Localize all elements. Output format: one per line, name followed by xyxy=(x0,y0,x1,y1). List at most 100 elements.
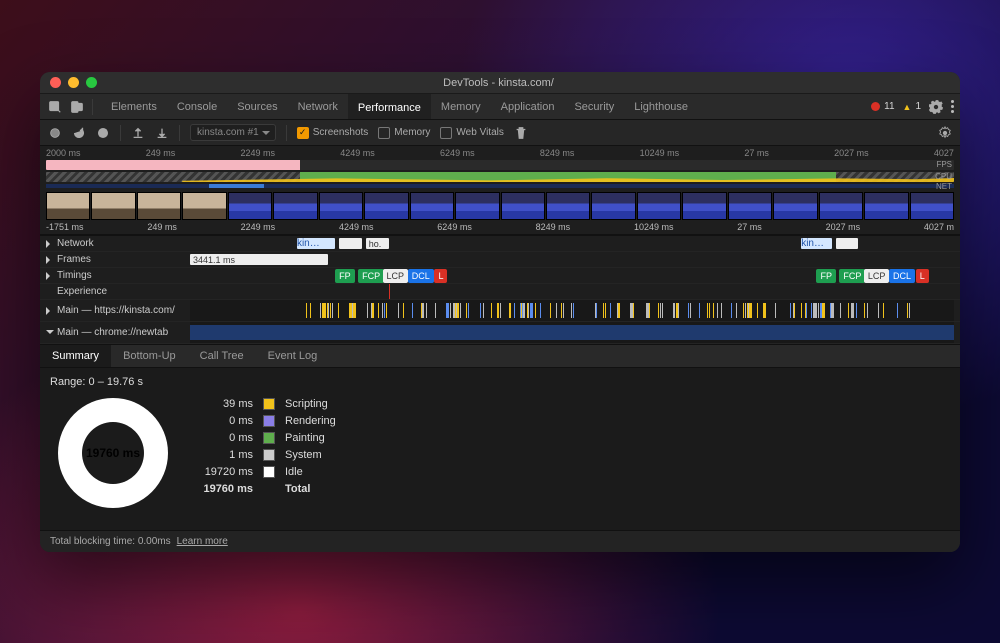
task-stripe[interactable] xyxy=(662,303,663,318)
memory-checkbox[interactable]: Memory xyxy=(378,127,430,139)
filmstrip-frame[interactable] xyxy=(46,192,90,220)
task-stripe[interactable] xyxy=(509,303,510,318)
task-stripe[interactable] xyxy=(818,303,819,318)
clear-icon[interactable] xyxy=(96,126,110,140)
task-stripe[interactable] xyxy=(721,303,722,318)
task-stripe[interactable] xyxy=(561,303,562,318)
task-stripe[interactable] xyxy=(384,303,385,318)
task-stripe[interactable] xyxy=(535,303,536,318)
task-stripe[interactable] xyxy=(306,303,307,318)
task-stripe[interactable] xyxy=(455,303,456,318)
task-stripe[interactable] xyxy=(897,303,898,318)
dcl-pill[interactable]: DCL xyxy=(889,269,915,283)
download-icon[interactable] xyxy=(155,126,169,140)
task-stripe[interactable] xyxy=(367,303,368,318)
filmstrip-frame[interactable] xyxy=(364,192,408,220)
filmstrip-frame[interactable] xyxy=(864,192,908,220)
task-stripe[interactable] xyxy=(386,303,387,318)
task-stripe[interactable] xyxy=(468,303,469,318)
task-stripe[interactable] xyxy=(320,303,321,318)
task-stripe[interactable] xyxy=(775,303,776,318)
tab-elements[interactable]: Elements xyxy=(101,94,167,119)
filmstrip-frame[interactable] xyxy=(228,192,272,220)
fcp-pill[interactable]: FCP xyxy=(358,269,384,283)
task-stripe[interactable] xyxy=(878,303,879,318)
filmstrip-frame[interactable] xyxy=(637,192,681,220)
network-block[interactable] xyxy=(339,238,362,249)
target-selector[interactable]: kinsta.com #1 xyxy=(190,124,276,141)
task-stripe[interactable] xyxy=(707,303,708,318)
task-stripe[interactable] xyxy=(500,303,501,318)
fp-pill[interactable]: FP xyxy=(335,269,355,283)
tab-application[interactable]: Application xyxy=(491,94,565,119)
filmstrip-frame[interactable] xyxy=(455,192,499,220)
tab-lighthouse[interactable]: Lighthouse xyxy=(624,94,698,119)
task-stripe[interactable] xyxy=(446,303,449,318)
task-stripe[interactable] xyxy=(790,303,791,318)
task-stripe[interactable] xyxy=(353,303,354,318)
lcp-pill[interactable]: LCP xyxy=(383,269,409,283)
task-stripe[interactable] xyxy=(909,303,910,318)
tab-performance[interactable]: Performance xyxy=(348,94,431,119)
task-stripe[interactable] xyxy=(328,303,329,318)
task-stripe[interactable] xyxy=(658,303,659,318)
task-stripe[interactable] xyxy=(605,303,606,318)
task-stripe[interactable] xyxy=(532,303,533,318)
task-stripe[interactable] xyxy=(633,303,634,318)
task-stripe[interactable] xyxy=(631,303,632,318)
task-stripe[interactable] xyxy=(649,303,650,318)
task-stripe[interactable] xyxy=(497,303,498,318)
filmstrip-frame[interactable] xyxy=(682,192,726,220)
task-stripe[interactable] xyxy=(514,303,515,318)
task-stripe[interactable] xyxy=(382,303,383,318)
record-icon[interactable] xyxy=(48,126,62,140)
task-stripe[interactable] xyxy=(610,303,611,318)
tab-memory[interactable]: Memory xyxy=(431,94,491,119)
filmstrip-frame[interactable] xyxy=(910,192,954,220)
task-stripe[interactable] xyxy=(373,303,374,318)
task-stripe[interactable] xyxy=(745,303,746,318)
task-stripe[interactable] xyxy=(450,303,451,318)
task-stripe[interactable] xyxy=(763,303,766,318)
inspect-icon[interactable] xyxy=(48,100,62,114)
task-stripe[interactable] xyxy=(325,303,326,318)
task-stripe[interactable] xyxy=(883,303,884,318)
filmstrip-frame[interactable] xyxy=(591,192,635,220)
network-block[interactable]: kin… xyxy=(297,238,335,249)
tab-sources[interactable]: Sources xyxy=(227,94,287,119)
tab-network[interactable]: Network xyxy=(288,94,348,119)
details-tab-call-tree[interactable]: Call Tree xyxy=(188,345,256,367)
network-block[interactable]: kin… xyxy=(801,238,832,249)
task-stripe[interactable] xyxy=(403,303,404,318)
task-stripe[interactable] xyxy=(460,303,461,318)
task-stripe[interactable] xyxy=(660,303,661,318)
task-stripe[interactable] xyxy=(907,303,908,318)
filmstrip-frame[interactable] xyxy=(546,192,590,220)
tab-console[interactable]: Console xyxy=(167,94,227,119)
task-stripe[interactable] xyxy=(540,303,541,318)
filmstrip-frame[interactable] xyxy=(410,192,454,220)
task-stripe[interactable] xyxy=(822,303,825,318)
filmstrip-frame[interactable] xyxy=(91,192,135,220)
lcp-pill[interactable]: LCP xyxy=(864,269,890,283)
errors-badge[interactable]: 11 xyxy=(871,101,894,112)
task-stripe[interactable] xyxy=(699,303,700,318)
filmstrip-frame[interactable] xyxy=(273,192,317,220)
warnings-badge[interactable]: ▲ 1 xyxy=(903,101,921,112)
filmstrip-frame[interactable] xyxy=(501,192,545,220)
task-stripe[interactable] xyxy=(806,303,807,318)
task-stripe[interactable] xyxy=(864,303,865,318)
task-stripe[interactable] xyxy=(412,303,413,318)
task-stripe[interactable] xyxy=(840,303,841,318)
filmstrip-frame[interactable] xyxy=(773,192,817,220)
task-stripe[interactable] xyxy=(709,303,710,318)
task-stripe[interactable] xyxy=(736,303,737,318)
filmstrip-frame[interactable] xyxy=(137,192,181,220)
task-stripe[interactable] xyxy=(332,303,333,318)
timings-track[interactable]: Timings FP FCP LCP DCL L FP FCP LCP DCL … xyxy=(40,268,960,284)
details-tab-summary[interactable]: Summary xyxy=(40,345,111,367)
task-stripe[interactable] xyxy=(524,303,525,318)
filmstrip-frame[interactable] xyxy=(728,192,772,220)
upload-icon[interactable] xyxy=(131,126,145,140)
minimize-icon[interactable] xyxy=(68,77,79,88)
